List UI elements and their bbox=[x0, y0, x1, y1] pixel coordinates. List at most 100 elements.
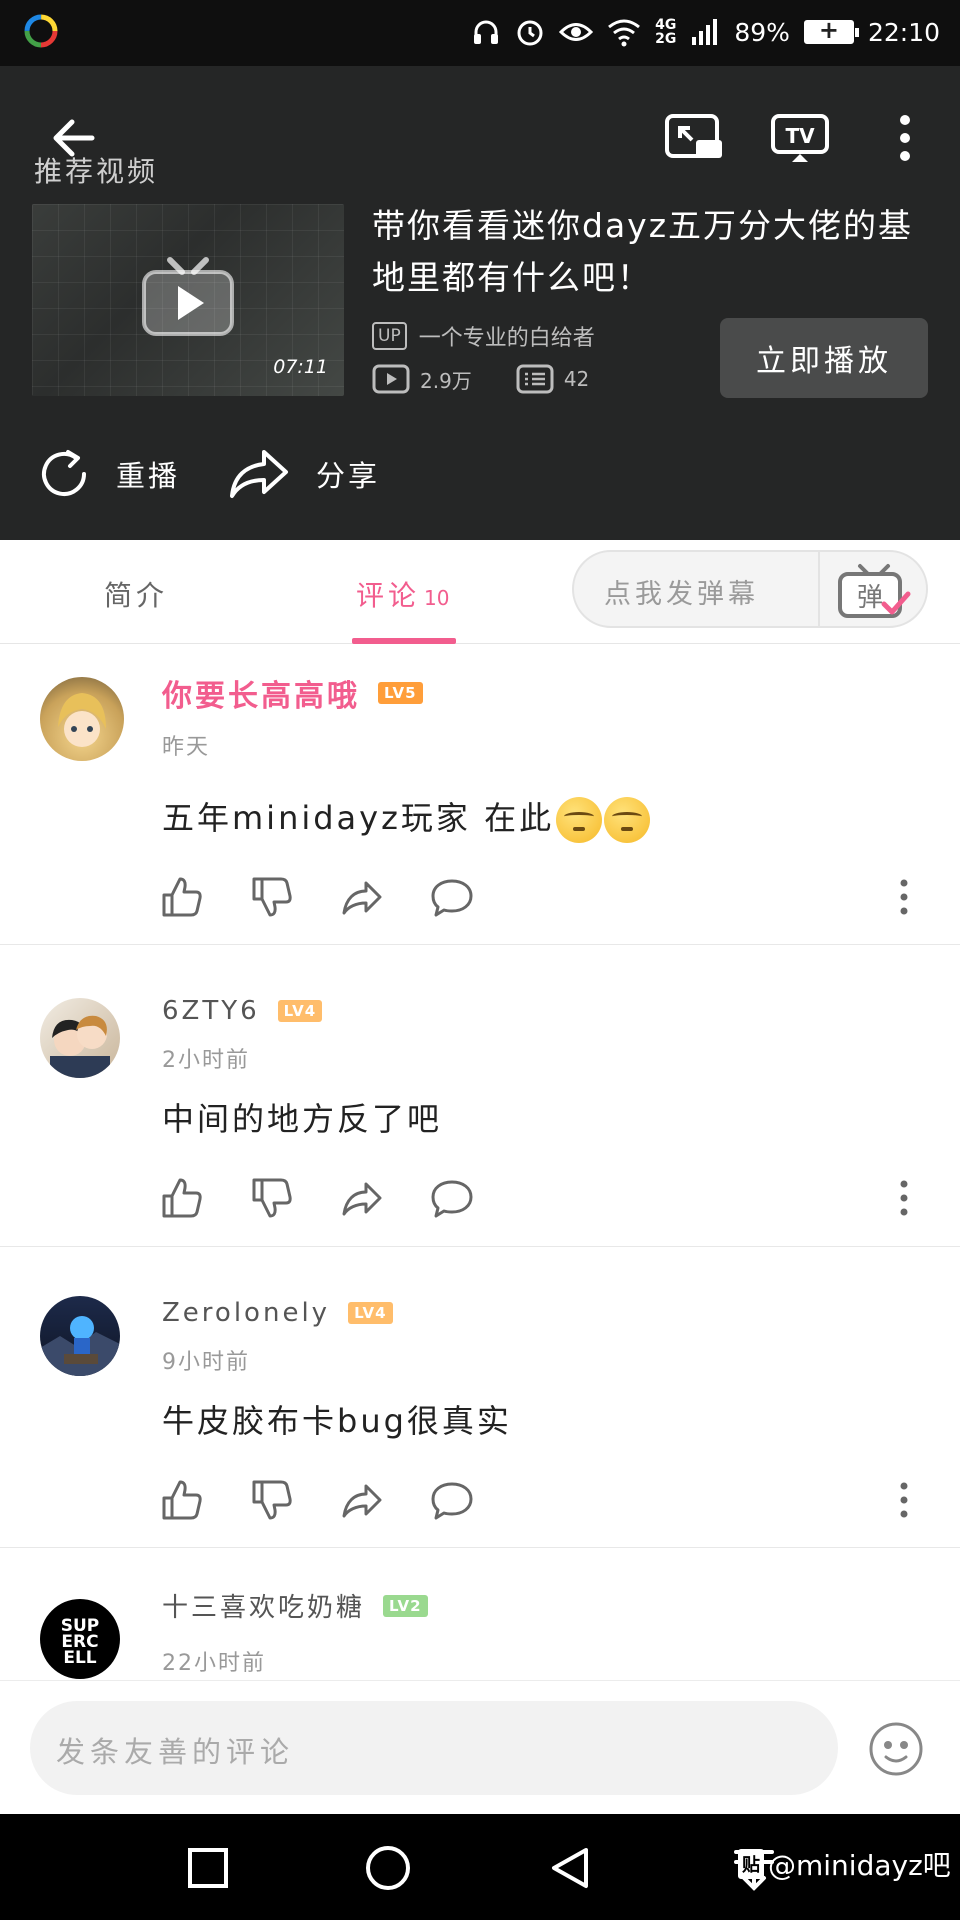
uploader-name: 一个专业的白给者 bbox=[418, 326, 595, 351]
watermark: 贴 @minidayz吧 bbox=[738, 1844, 951, 1884]
like-icon[interactable] bbox=[160, 875, 204, 919]
reply-icon[interactable] bbox=[430, 1478, 474, 1522]
comment-item: Zerolonely LV4 9小时前 牛皮胶布卡bug很真实 bbox=[0, 1248, 960, 1548]
comment-username[interactable]: 6ZTY6 bbox=[162, 996, 260, 1026]
like-icon[interactable] bbox=[160, 1478, 204, 1522]
comment-actions bbox=[160, 1176, 920, 1220]
play-now-button[interactable]: 立即播放 bbox=[720, 318, 928, 398]
comment-header: 你要长高高哦 LV5 bbox=[162, 671, 423, 715]
comment-username[interactable]: 十三喜欢吃奶糖 bbox=[162, 1587, 365, 1624]
share-button[interactable]: 分享 bbox=[228, 446, 380, 502]
comment-time: 昨天 bbox=[162, 735, 211, 760]
battery-icon: + bbox=[803, 16, 859, 44]
comment-time: 2小时前 bbox=[162, 1048, 250, 1073]
comment-username[interactable]: 你要长高高哦 bbox=[162, 671, 360, 715]
comment-time: 9小时前 bbox=[162, 1350, 250, 1375]
video-title[interactable]: 带你看看迷你dayz五万分大佬的基地里都有什么吧！ bbox=[372, 200, 932, 304]
replay-label: 重播 bbox=[116, 459, 181, 493]
avatar-art bbox=[50, 1015, 110, 1078]
comment-input-bar: 发条友善的评论 bbox=[0, 1680, 960, 1814]
dislike-icon[interactable] bbox=[250, 1176, 294, 1220]
comment-actions bbox=[160, 1478, 920, 1522]
up-badge: UP bbox=[372, 322, 407, 350]
tv-cast-icon[interactable]: TV bbox=[770, 112, 830, 164]
more-vertical-icon[interactable] bbox=[890, 112, 920, 164]
comment-content: 中间的地方反了吧 bbox=[162, 1100, 443, 1138]
reply-icon[interactable] bbox=[430, 1176, 474, 1220]
tab-intro[interactable]: 简介 bbox=[104, 574, 168, 614]
danmaku-toggle-icon[interactable]: 弹 bbox=[834, 560, 914, 620]
smirk-emoji-icon bbox=[556, 797, 603, 843]
danmaku-input-box[interactable]: 点我发弹幕 弹 bbox=[572, 550, 928, 628]
home-icon[interactable] bbox=[364, 1844, 412, 1892]
level-badge: LV4 bbox=[277, 1000, 323, 1022]
video-thumbnail[interactable]: 07:11 bbox=[32, 204, 344, 396]
more-vertical-icon[interactable] bbox=[892, 1176, 916, 1220]
clock: 22:10 bbox=[867, 17, 940, 47]
level-badge: LV5 bbox=[378, 682, 423, 704]
share-icon[interactable] bbox=[340, 875, 384, 919]
supercell-logo-icon: SUP ERC ELL bbox=[61, 1616, 100, 1668]
level-badge: LV2 bbox=[383, 1594, 428, 1617]
emoji-icon[interactable] bbox=[868, 1721, 924, 1777]
like-icon[interactable] bbox=[160, 1176, 204, 1220]
views-icon bbox=[372, 364, 410, 394]
share-icon bbox=[230, 450, 288, 498]
comment-placeholder: 发条友善的评论 bbox=[56, 1735, 295, 1769]
comment-text: 五年minidayz玩家 在此 bbox=[162, 799, 555, 837]
danmaku-count-icon bbox=[516, 364, 554, 394]
recent-apps-icon[interactable] bbox=[184, 1844, 232, 1892]
dislike-icon[interactable] bbox=[250, 1478, 294, 1522]
wifi-icon bbox=[608, 19, 641, 47]
avatar[interactable] bbox=[40, 1296, 120, 1376]
danmaku-count: 42 bbox=[563, 367, 590, 391]
svg-text:TV: TV bbox=[785, 124, 815, 148]
replay-button[interactable]: 重播 bbox=[36, 446, 180, 502]
small-window-icon[interactable] bbox=[664, 112, 724, 164]
system-nav-bar: 贴 @minidayz吧 bbox=[0, 1814, 960, 1920]
watermark-badge: 贴 bbox=[738, 1849, 764, 1879]
more-vertical-icon[interactable] bbox=[892, 875, 916, 919]
divider bbox=[818, 552, 820, 626]
more-vertical-icon[interactable] bbox=[892, 1478, 916, 1522]
signal-icon bbox=[692, 19, 718, 45]
comment-header: Zerolonely LV4 bbox=[162, 1298, 393, 1328]
status-bar: 4G 2G 89% + 22:10 bbox=[0, 0, 960, 66]
comment-actions bbox=[160, 875, 920, 919]
share-icon[interactable] bbox=[340, 1176, 384, 1220]
avatar[interactable]: SUP ERC ELL bbox=[40, 1599, 120, 1679]
headphones-icon bbox=[474, 20, 499, 44]
view-count: 2.9万 bbox=[420, 368, 472, 393]
battery-percent: 89% bbox=[734, 17, 790, 47]
comment-content: 五年minidayz玩家 在此 bbox=[162, 793, 651, 843]
comment-header: 6ZTY6 LV4 bbox=[162, 996, 323, 1026]
play-icon bbox=[142, 257, 234, 336]
avatar[interactable] bbox=[40, 677, 124, 761]
avatar[interactable] bbox=[40, 998, 120, 1078]
tab-indicator bbox=[352, 638, 456, 644]
danmaku-input[interactable]: 点我发弹幕 bbox=[604, 572, 759, 611]
video-duration: 07:11 bbox=[273, 356, 328, 378]
avatar-art bbox=[40, 1316, 120, 1376]
share-icon[interactable] bbox=[340, 1478, 384, 1522]
comment-time: 22小时前 bbox=[162, 1651, 266, 1676]
comment-item: 6ZTY6 LV4 2小时前 中间的地方反了吧 bbox=[0, 946, 960, 1247]
reply-icon[interactable] bbox=[430, 875, 474, 919]
comment-item: SUP ERC ELL 十三喜欢吃奶糖 LV2 22小时前 bbox=[0, 1549, 960, 1680]
comment-input[interactable]: 发条友善的评论 bbox=[30, 1701, 838, 1795]
comment-username[interactable]: Zerolonely bbox=[162, 1298, 330, 1328]
avatar-art bbox=[58, 693, 106, 747]
comment-content: 牛皮胶布卡bug很真实 bbox=[162, 1402, 512, 1440]
level-badge: LV4 bbox=[348, 1302, 393, 1324]
alarm-icon bbox=[517, 20, 543, 46]
tab-bar: 简介 评论 10 点我发弹幕 弹 bbox=[0, 540, 960, 644]
tab-comments[interactable]: 评论 10 bbox=[356, 574, 449, 614]
tab-comments-label: 评论 bbox=[356, 579, 421, 612]
recommend-label: 推荐视频 bbox=[34, 155, 159, 188]
share-label: 分享 bbox=[316, 459, 381, 493]
uploader-row[interactable]: UP 一个专业的白给者 bbox=[372, 320, 595, 352]
dislike-icon[interactable] bbox=[250, 875, 294, 919]
video-stats: 2.9万 42 bbox=[372, 364, 589, 394]
svg-text:ELL: ELL bbox=[63, 1648, 96, 1668]
back-triangle-icon[interactable] bbox=[546, 1844, 594, 1892]
